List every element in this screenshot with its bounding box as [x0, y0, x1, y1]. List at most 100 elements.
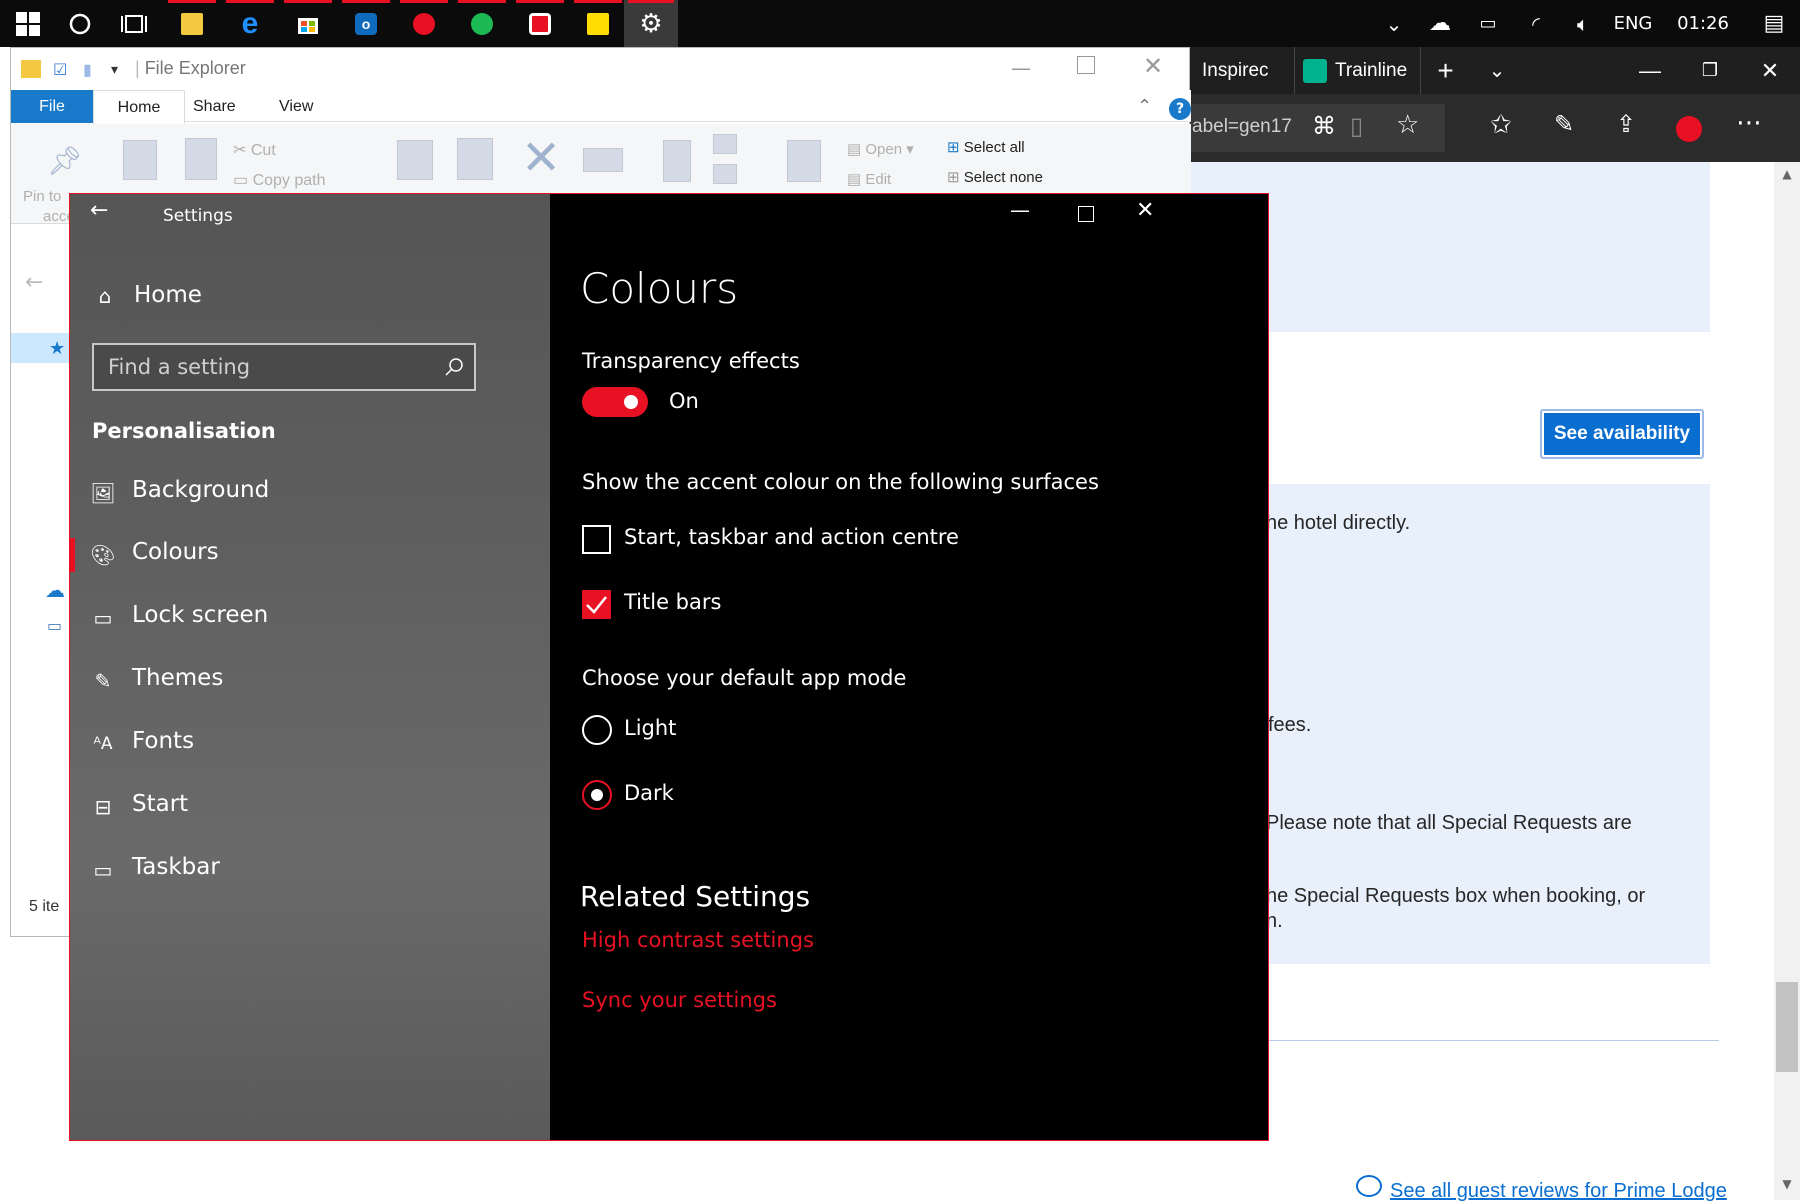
ribbon-tab-home[interactable]: Home — [93, 90, 185, 124]
edit-button[interactable]: ▤ Edit — [847, 170, 891, 188]
browser-tab-trainline[interactable]: Trainline — [1294, 47, 1412, 94]
action-center-icon[interactable]: ▤ — [1746, 11, 1800, 36]
nav-home[interactable]: ⌂ Home — [90, 274, 490, 318]
taskbar-settings[interactable]: ⚙ — [624, 0, 678, 47]
settings-maximize-button[interactable] — [1078, 206, 1094, 222]
search-cortana-button[interactable] — [52, 0, 108, 47]
chevron-up-icon[interactable]: ⌄ — [1372, 12, 1416, 36]
new-folder-ribbon-icon[interactable] — [663, 140, 691, 182]
new-item-icon[interactable] — [713, 134, 737, 154]
explorer-maximize-button[interactable] — [1077, 56, 1095, 74]
reviews-chat-icon — [1356, 1175, 1382, 1197]
adblock-icon[interactable] — [1676, 116, 1702, 142]
pin-icon[interactable]: 📌︎ — [47, 144, 83, 177]
taskbar-instagram[interactable] — [512, 0, 568, 47]
radio-light[interactable] — [582, 715, 612, 745]
taskbar-whatsapp[interactable] — [396, 0, 452, 47]
more-menu-icon[interactable]: ⋯ — [1736, 108, 1762, 138]
address-bar[interactable]: abel=gen17 ⌘ ▯ ☆ — [1190, 104, 1445, 152]
translate-icon[interactable]: ⌘ — [1312, 112, 1336, 140]
nav-item-lock-screen[interactable]: ▭ Lock screen — [70, 589, 550, 647]
store-icon — [298, 17, 318, 34]
select-none-button[interactable]: ⊞ Select none — [947, 168, 1043, 186]
taskbar-edge[interactable]: e — [222, 0, 278, 47]
checkbox-start-taskbar[interactable] — [582, 525, 611, 554]
pen-icon[interactable]: ✎ — [1554, 110, 1574, 138]
battery-icon[interactable]: ▭ — [1464, 13, 1512, 34]
settings-close-button[interactable]: ✕ — [1136, 198, 1154, 223]
delete-x-icon[interactable]: ✕ — [521, 130, 561, 186]
nav-item-fonts[interactable]: ᴬA Fonts — [70, 715, 550, 773]
browser-minimize-button[interactable]: — — [1620, 47, 1680, 94]
transparency-toggle[interactable] — [582, 387, 648, 417]
copy-to-icon[interactable] — [457, 138, 493, 180]
folder-icon — [181, 12, 203, 35]
new-folder-icon[interactable]: ▮ — [83, 60, 92, 79]
policy-text-2: fees. — [1268, 714, 1312, 736]
ribbon-tab-file[interactable]: File — [11, 90, 93, 123]
nav-item-taskbar[interactable]: ▭ Taskbar — [70, 841, 550, 899]
browser-restore-button[interactable]: ❐ — [1680, 47, 1740, 94]
volume-icon[interactable]: 🔈︎ — [1560, 12, 1606, 36]
properties-ribbon-icon[interactable] — [787, 140, 821, 182]
explorer-minimize-button[interactable]: — — [1011, 56, 1031, 80]
taskbar-outlook[interactable]: o — [338, 0, 394, 47]
taskbar-file-explorer[interactable] — [164, 0, 220, 47]
select-all-button[interactable]: ⊞ Select all — [947, 138, 1025, 156]
image-icon: 🖼︎ — [90, 481, 116, 505]
whatsapp-icon — [413, 12, 435, 35]
scrollbar-thumb[interactable] — [1776, 982, 1798, 1072]
transparency-label: Transparency effects — [582, 349, 800, 373]
page-title: Colours — [580, 264, 739, 313]
taskbar-sticky-notes[interactable] — [570, 0, 626, 47]
cut-button[interactable]: ✂ Cut — [233, 140, 276, 160]
taskbar-spotify[interactable] — [454, 0, 510, 47]
settings-minimize-button[interactable]: — — [1010, 198, 1030, 222]
language-indicator[interactable]: ENG — [1606, 13, 1660, 34]
ribbon-collapse-chevron-icon[interactable]: ⌃ — [1137, 96, 1152, 117]
onedrive-icon[interactable]: ☁ — [1416, 11, 1464, 36]
sync-settings-link[interactable]: Sync your settings — [582, 988, 777, 1012]
task-view-button[interactable] — [106, 0, 162, 47]
browser-close-button[interactable]: ✕ — [1740, 47, 1800, 94]
tab-list-chevron-icon[interactable]: ⌄ — [1472, 47, 1522, 94]
clock[interactable]: 01:26 — [1660, 13, 1746, 34]
nav-item-start[interactable]: ⊟ Start — [70, 778, 550, 836]
taskbar-store[interactable] — [280, 0, 336, 47]
see-availability-button[interactable]: See availability — [1544, 413, 1700, 455]
favorite-star-icon[interactable]: ☆ — [1396, 110, 1419, 140]
copy-icon[interactable] — [123, 140, 157, 180]
help-icon[interactable]: ? — [1169, 98, 1191, 120]
checkbox-title-bars[interactable] — [582, 590, 611, 619]
easy-access-icon[interactable] — [713, 164, 737, 184]
ribbon-tab-share[interactable]: Share — [193, 98, 236, 116]
explorer-close-button[interactable]: ✕ — [1143, 52, 1163, 80]
new-tab-button[interactable]: + — [1420, 47, 1470, 94]
paste-icon[interactable] — [185, 138, 217, 180]
nav-item-background[interactable]: 🖼︎ Background — [70, 464, 550, 522]
rename-icon[interactable] — [583, 148, 623, 172]
wifi-icon[interactable]: ◜ — [1512, 12, 1560, 36]
scroll-up-icon[interactable]: ▲ — [1776, 167, 1798, 181]
back-arrow-icon[interactable]: ← — [25, 270, 43, 295]
qat-dropdown-icon[interactable]: ▾ — [111, 62, 118, 78]
move-to-icon[interactable] — [397, 140, 433, 180]
browser-tab-inspirec[interactable]: Inspirec — [1190, 47, 1290, 94]
properties-icon[interactable]: ☑ — [53, 60, 67, 79]
favorites-hub-icon[interactable]: ✩ — [1490, 110, 1512, 140]
back-button[interactable]: ← — [90, 198, 108, 223]
start-button[interactable] — [0, 0, 56, 47]
nav-item-themes[interactable]: ✎ Themes — [70, 652, 550, 710]
copy-path-button[interactable]: ▭ Copy path — [233, 170, 326, 190]
section-personalisation: Personalisation — [92, 419, 276, 443]
divider — [1190, 1040, 1719, 1041]
radio-dark[interactable] — [582, 780, 612, 810]
search-input[interactable]: Find a setting — [92, 343, 476, 391]
share-icon[interactable]: ⇪ — [1616, 110, 1636, 138]
high-contrast-link[interactable]: High contrast settings — [582, 928, 814, 952]
scroll-down-icon[interactable]: ▼ — [1776, 1177, 1798, 1191]
reading-view-icon[interactable]: ▯ — [1350, 112, 1363, 140]
nav-item-colours[interactable]: 🎨︎ Colours — [70, 526, 550, 584]
open-button[interactable]: ▤ Open ▾ — [847, 140, 914, 158]
ribbon-tab-view[interactable]: View — [279, 98, 313, 116]
